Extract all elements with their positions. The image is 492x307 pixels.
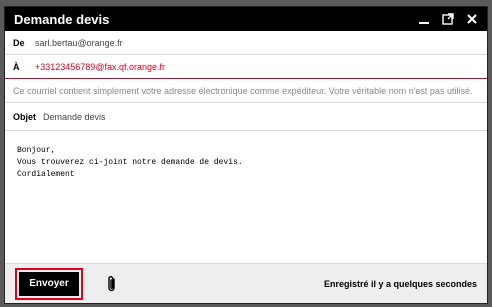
minimize-icon[interactable] xyxy=(417,12,431,26)
title-bar: Demande devis xyxy=(5,7,487,31)
to-row[interactable]: À +33123456789@fax.qf.orange.fr xyxy=(5,55,487,79)
message-body[interactable]: Bonjour, Vous trouverez ci-joint notre d… xyxy=(5,131,487,261)
to-label: À xyxy=(13,61,20,72)
compose-footer: Envoyer Enregistré il y a quelques secon… xyxy=(5,263,487,303)
close-icon[interactable] xyxy=(465,12,479,26)
window-title: Demande devis xyxy=(14,11,110,27)
subject-field[interactable] xyxy=(43,111,423,122)
send-button-highlight: Envoyer xyxy=(15,267,83,300)
sender-note-row: Ce courriel contient simplement votre ad… xyxy=(5,79,487,103)
paperclip-icon[interactable] xyxy=(103,274,121,294)
subject-label: Objet xyxy=(13,111,37,122)
saved-status: Enregistré il y a quelques secondes xyxy=(323,278,477,289)
from-label: De xyxy=(13,37,25,48)
from-value: sarl.bertau@orange.fr xyxy=(35,37,123,48)
compose-window: Demande devis De sarl.bertau@orange.fr À… xyxy=(4,6,488,304)
window-controls xyxy=(417,12,487,26)
expand-icon[interactable] xyxy=(441,12,455,26)
sender-note: Ce courriel contient simplement votre ad… xyxy=(13,85,473,96)
subject-row: Objet xyxy=(5,103,487,131)
send-button[interactable]: Envoyer xyxy=(19,271,79,296)
from-row: De sarl.bertau@orange.fr xyxy=(5,31,487,55)
to-field[interactable]: +33123456789@fax.qf.orange.fr xyxy=(35,62,165,72)
